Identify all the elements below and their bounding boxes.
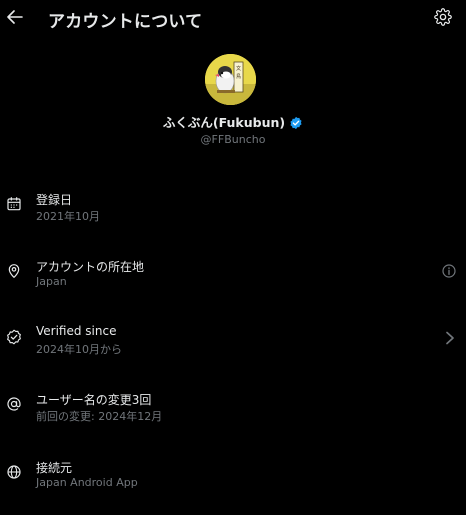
svg-text:文: 文 xyxy=(236,65,241,72)
row-title: Verified since xyxy=(36,324,117,338)
chevron-right-icon[interactable] xyxy=(444,331,456,345)
at-sign-icon xyxy=(7,397,21,411)
calendar-icon xyxy=(7,197,21,211)
row-title: アカウントの所在地 xyxy=(36,260,145,274)
info-row-username-changes: ユーザー名の変更3回 前回の変更: 2024年12月 xyxy=(0,391,466,447)
svg-text:鳥: 鳥 xyxy=(236,73,241,80)
avatar[interactable]: 文 鳥 xyxy=(205,54,256,105)
info-row-location: アカウントの所在地 Japan xyxy=(0,258,466,314)
row-subtitle: 2024年10月から xyxy=(36,343,122,356)
user-handle: @FFBuncho xyxy=(200,133,266,146)
verified-check-icon xyxy=(7,329,21,345)
display-name: ふくぶん(Fukubun) xyxy=(0,112,466,133)
display-name-text: ふくぶん(Fukubun) xyxy=(162,115,286,130)
globe-icon xyxy=(7,465,21,479)
gear-icon xyxy=(434,8,452,26)
info-row-connected-via: 接続元 Japan Android App xyxy=(0,459,466,515)
location-pin-icon xyxy=(8,264,20,278)
row-subtitle: 前回の変更: 2024年12月 xyxy=(36,410,163,423)
info-icon[interactable] xyxy=(441,263,457,279)
verified-badge-icon xyxy=(289,116,303,133)
back-button[interactable] xyxy=(4,6,26,28)
row-title: ユーザー名の変更3回 xyxy=(36,393,152,407)
top-bar: アカウントについて xyxy=(0,0,466,36)
info-row-verified[interactable]: Verified since 2024年10月から xyxy=(0,324,466,380)
row-title: 登録日 xyxy=(36,193,73,207)
row-subtitle: Japan xyxy=(36,275,67,288)
info-row-joined: 登録日 2021年10月 xyxy=(0,191,466,247)
row-subtitle: Japan Android App xyxy=(36,476,138,489)
page-title: アカウントについて xyxy=(48,12,203,32)
bird-avatar-image: 文 鳥 xyxy=(205,54,256,105)
row-subtitle: 2021年10月 xyxy=(36,210,100,223)
row-title: 接続元 xyxy=(36,461,73,475)
settings-button[interactable] xyxy=(434,8,452,26)
arrow-left-icon xyxy=(7,10,23,24)
